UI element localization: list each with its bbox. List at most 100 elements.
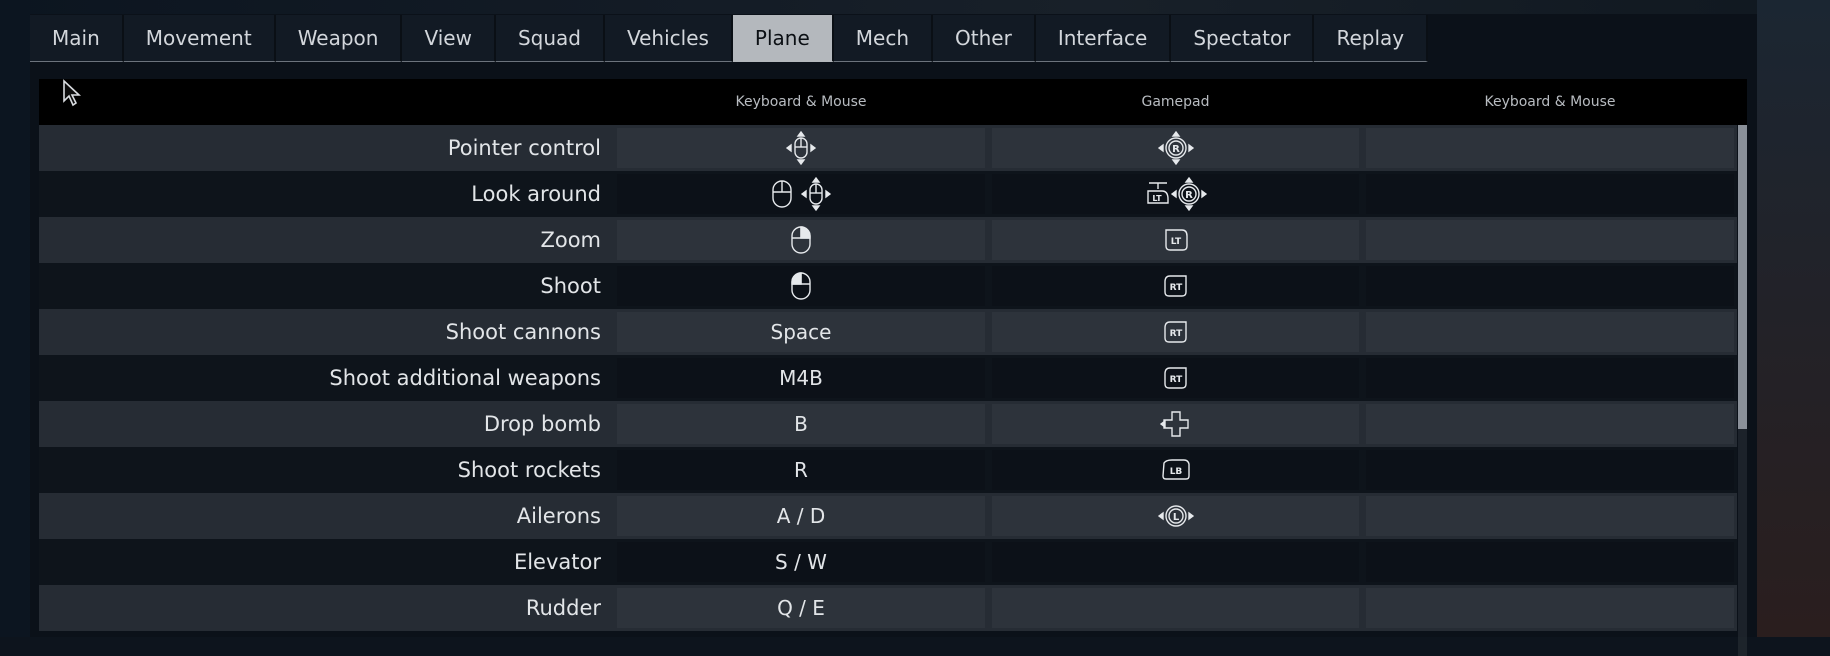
- action-label: Shoot additional weapons: [329, 366, 601, 390]
- svg-text:RT: RT: [1169, 283, 1183, 293]
- alt-keyboard-binding-cell[interactable]: [1366, 220, 1734, 260]
- tab-interface[interactable]: Interface: [1035, 15, 1172, 62]
- alt-keyboard-binding-cell[interactable]: [1366, 358, 1734, 398]
- keyboard-binding-text: Q / E: [777, 596, 825, 620]
- svg-text:LB: LB: [1169, 467, 1182, 477]
- alt-keyboard-binding-cell[interactable]: [1366, 128, 1734, 168]
- action-label: Shoot: [540, 274, 601, 298]
- background-edge: [1757, 0, 1830, 637]
- mouse-left-button-icon: [790, 271, 812, 301]
- mouse-cursor-icon: [63, 79, 82, 107]
- keyboard-binding-text: A / D: [776, 504, 826, 528]
- lt-trigger-icon: LT: [1162, 226, 1190, 254]
- left-stick-horizontal-icon: L: [1157, 503, 1194, 529]
- keyboard-binding-cell[interactable]: Space: [617, 312, 985, 352]
- keyboard-binding-text: R: [794, 458, 808, 482]
- keyboard-binding-cell[interactable]: B: [617, 404, 985, 444]
- alt-keyboard-binding-cell[interactable]: [1366, 496, 1734, 536]
- tab-plane[interactable]: Plane: [732, 15, 834, 62]
- gamepad-binding-cell[interactable]: RT: [992, 266, 1359, 306]
- tab-squad[interactable]: Squad: [495, 15, 605, 62]
- tab-movement[interactable]: Movement: [123, 15, 276, 62]
- keyboard-binding-cell[interactable]: [617, 266, 985, 306]
- rt-trigger-icon: RT: [1162, 272, 1190, 300]
- mouse-icon: [771, 179, 793, 209]
- alt-keyboard-binding-cell[interactable]: [1366, 542, 1734, 582]
- action-label: Elevator: [513, 550, 601, 574]
- svg-text:LT: LT: [1170, 237, 1181, 247]
- alt-keyboard-binding-cell[interactable]: [1366, 450, 1734, 490]
- gamepad-binding-cell[interactable]: R: [992, 128, 1359, 168]
- action-label: Drop bomb: [483, 412, 601, 436]
- tab-spectator[interactable]: Spectator: [1171, 15, 1315, 62]
- table-row: Shoot rockets R LB: [39, 447, 1737, 493]
- right-stick-move-icon: R: [1157, 131, 1194, 165]
- svg-text:R: R: [1185, 190, 1193, 201]
- gamepad-binding-cell[interactable]: [992, 404, 1359, 444]
- alt-keyboard-binding-cell[interactable]: [1366, 174, 1734, 214]
- gamepad-binding-cell[interactable]: LB: [992, 450, 1359, 490]
- table-row: Shoot RT: [39, 263, 1737, 309]
- keyboard-binding-text: Space: [770, 320, 832, 344]
- mouse-move-icon: [786, 131, 816, 165]
- keyboard-binding-cell[interactable]: [617, 220, 985, 260]
- gamepad-binding-cell[interactable]: RT: [992, 312, 1359, 352]
- action-label: Zoom: [540, 228, 601, 252]
- keyboard-binding-cell[interactable]: A / D: [617, 496, 985, 536]
- keyboard-binding-cell[interactable]: S / W: [617, 542, 985, 582]
- table-row: Ailerons A / D L: [39, 493, 1737, 539]
- tab-replay[interactable]: Replay: [1314, 15, 1429, 62]
- keyboard-binding-cell[interactable]: R: [617, 450, 985, 490]
- tab-main[interactable]: Main: [30, 15, 124, 62]
- tab-view[interactable]: View: [402, 15, 496, 62]
- alt-keyboard-binding-cell[interactable]: [1366, 588, 1734, 628]
- action-label: Ailerons: [516, 504, 601, 528]
- keyboard-binding-cell[interactable]: M4B: [617, 358, 985, 398]
- tab-vehicles[interactable]: Vehicles: [604, 15, 733, 62]
- gamepad-binding-cell[interactable]: [992, 542, 1359, 582]
- keyboard-binding-text: M4B: [779, 366, 823, 390]
- svg-text:LT: LT: [1152, 194, 1162, 203]
- table-row: Elevator S / W: [39, 539, 1737, 585]
- table-row: Zoom LT: [39, 217, 1737, 263]
- svg-text:L: L: [1172, 512, 1179, 523]
- scrollbar-thumb[interactable]: [1738, 125, 1747, 429]
- lb-bumper-icon: LB: [1160, 457, 1192, 483]
- gamepad-binding-cell[interactable]: RT: [992, 358, 1359, 398]
- table-row: Pointer control R: [39, 125, 1737, 171]
- tab-other[interactable]: Other: [933, 15, 1036, 62]
- rt-trigger-icon: RT: [1162, 318, 1190, 346]
- keyboard-binding-cell[interactable]: Q / E: [617, 588, 985, 628]
- svg-text:RT: RT: [1169, 375, 1183, 385]
- table-row: Shoot additional weapons M4B RT: [39, 355, 1737, 401]
- dpad-left-icon: [1159, 409, 1192, 439]
- mouse-move-icon: [801, 177, 831, 211]
- gamepad-binding-cell[interactable]: L: [992, 496, 1359, 536]
- header-gamepad: Gamepad: [1141, 94, 1210, 110]
- alt-keyboard-binding-cell[interactable]: [1366, 404, 1734, 444]
- svg-text:R: R: [1172, 144, 1180, 155]
- keybind-rows: Pointer control R Look around LT R Zoom LT Shoo…: [39, 125, 1737, 631]
- action-label: Look around: [471, 182, 601, 206]
- action-label: Shoot rockets: [457, 458, 601, 482]
- tab-bar: Main Movement Weapon View Squad Vehicles…: [30, 15, 1429, 62]
- keyboard-binding-cell[interactable]: [617, 128, 985, 168]
- svg-text:RT: RT: [1169, 329, 1183, 339]
- gamepad-binding-cell[interactable]: [992, 588, 1359, 628]
- table-row: Shoot cannons Space RT: [39, 309, 1737, 355]
- gamepad-binding-cell[interactable]: LT R: [992, 174, 1359, 214]
- action-label: Shoot cannons: [445, 320, 601, 344]
- tab-mech[interactable]: Mech: [833, 15, 934, 62]
- keyboard-binding-text: S / W: [775, 550, 827, 574]
- alt-keyboard-binding-cell[interactable]: [1366, 312, 1734, 352]
- header-keyboard-mouse-alt: Keyboard & Mouse: [1484, 94, 1616, 110]
- keyboard-binding-cell[interactable]: [617, 174, 985, 214]
- right-stick-move-icon: R: [1170, 177, 1207, 211]
- gamepad-binding-cell[interactable]: LT: [992, 220, 1359, 260]
- tab-weapon[interactable]: Weapon: [275, 15, 403, 62]
- table-row: Drop bomb B: [39, 401, 1737, 447]
- table-row: Rudder Q / E: [39, 585, 1737, 631]
- table-header: Keyboard & Mouse Gamepad Keyboard & Mous…: [39, 79, 1747, 125]
- alt-keyboard-binding-cell[interactable]: [1366, 266, 1734, 306]
- action-label: Rudder: [525, 596, 601, 620]
